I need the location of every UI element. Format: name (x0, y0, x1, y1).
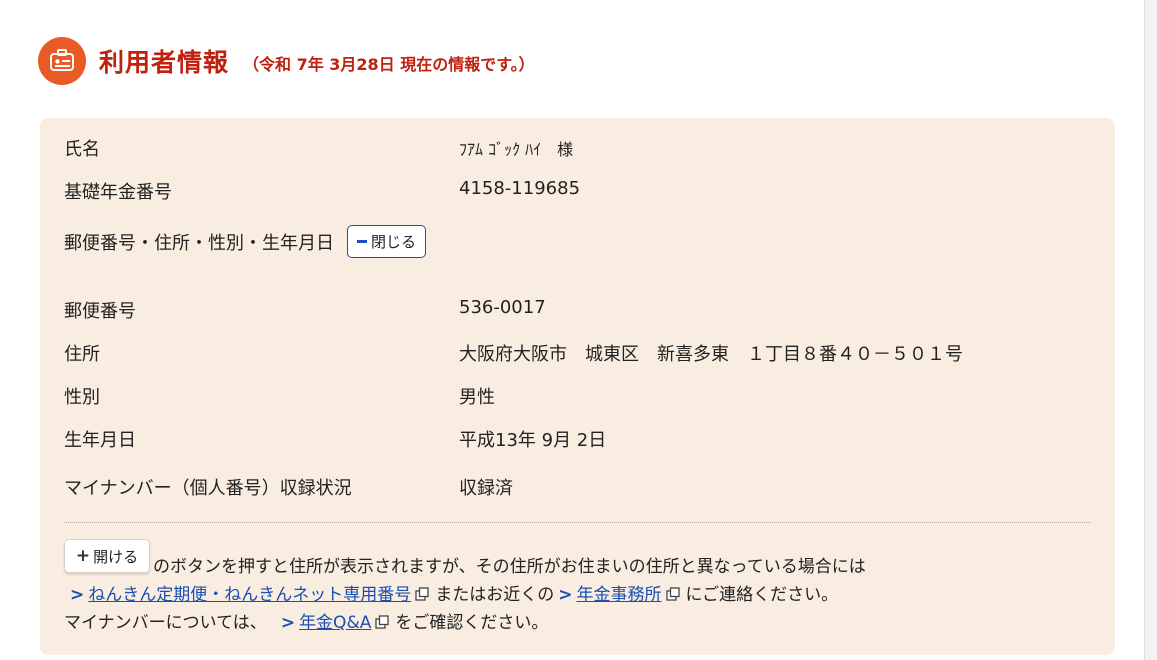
open-button-label: 開ける (93, 547, 139, 566)
page-scrollbar-edge[interactable] (1144, 0, 1157, 660)
chevron-right-icon: > (558, 585, 573, 605)
notes-mid-text: またはお近くの (435, 585, 555, 605)
details-section-label: 郵便番号・住所・性別・生年月日 (64, 232, 334, 254)
mynumber-status-label: マイナンバー（個人番号）収録状況 (64, 478, 352, 499)
gender-value: 男性 (459, 387, 495, 408)
page-title: 利用者情報 (99, 48, 230, 77)
minus-icon (357, 240, 367, 243)
notes-end-text: にご連絡ください。 (685, 585, 839, 605)
id-card-icon (38, 37, 86, 85)
address-label: 住所 (64, 344, 100, 365)
external-window-icon (415, 582, 429, 610)
close-button-label: 閉じる (371, 233, 417, 251)
postal-code-value: 536-0017 (459, 297, 546, 318)
mynumber-status-value: 収録済 (459, 478, 513, 499)
close-details-button[interactable]: 閉じる (347, 225, 427, 258)
pension-qa-link[interactable]: 年金Q&A (299, 613, 371, 633)
notes-line-2: > ねんきん定期便・ねんきんネット専用番号 またはお近くの > 年金事務所 にご連絡くださ… (64, 581, 838, 610)
nenkin-dedicated-number-link[interactable]: ねんきん定期便・ねんきんネット専用番号 (88, 585, 411, 605)
divider (64, 522, 1091, 523)
notes-check-text: をご確認ください。 (395, 613, 549, 633)
mynumber-note-text: マイナンバーについては、 (64, 613, 267, 633)
name-label: 氏名 (64, 139, 100, 160)
address-value: 大阪府大阪市 城東区 新喜多東 １丁目８番４０－５０１号 (459, 344, 963, 365)
notes-line-3: マイナンバーについては、 > 年金Q&A をご確認ください。 (64, 609, 548, 638)
plus-icon: + (75, 546, 91, 566)
notes-line-1: のボタンを押すと住所が表示されますが、その住所がお住まいの住所と異なっている場合… (153, 557, 866, 577)
as-of-date: （令和 7年 3月28日 現在の情報です。） (243, 55, 535, 74)
birth-date-value: 平成13年 9月 2日 (459, 430, 607, 451)
gender-label: 性別 (64, 387, 100, 408)
user-info-panel: 氏名 ﾌｱﾑ ｺﾞｯｸ ﾊｲ 様 基礎年金番号 4158-119685 郵便番号… (40, 118, 1115, 655)
postal-code-label: 郵便番号 (64, 301, 136, 322)
section-header: 利用者情報 （令和 7年 3月28日 現在の情報です。） (38, 36, 535, 86)
name-value: ﾌｱﾑ ｺﾞｯｸ ﾊｲ 様 (459, 140, 574, 159)
pension-number-value: 4158-119685 (459, 178, 581, 199)
pension-number-label: 基礎年金番号 (64, 182, 172, 203)
details-section-header: 郵便番号・住所・性別・生年月日 閉じる (64, 225, 427, 258)
chevron-right-icon: > (70, 585, 85, 605)
external-window-icon (375, 610, 389, 638)
open-button-sample: + 開ける (64, 539, 150, 573)
chevron-right-icon: > (280, 613, 296, 633)
birth-date-label: 生年月日 (64, 430, 136, 451)
external-window-icon (665, 582, 680, 610)
pension-office-link[interactable]: 年金事務所 (577, 585, 662, 605)
